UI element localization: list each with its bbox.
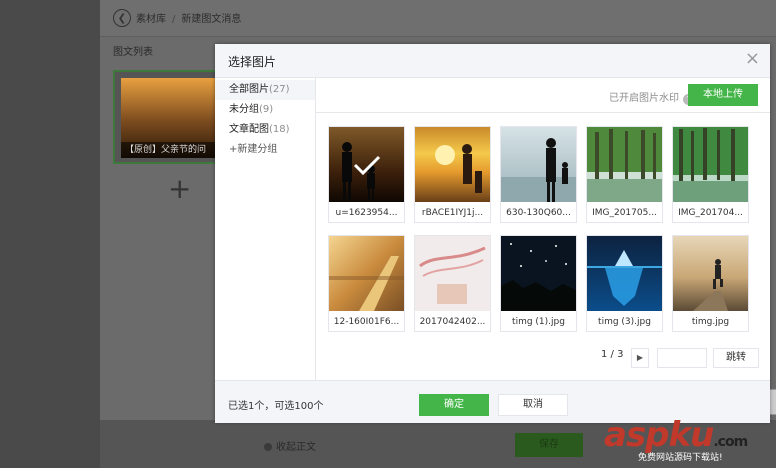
collapse-label: 收起正文 — [276, 442, 316, 453]
group-item-all[interactable]: 全部图片(27) — [215, 80, 315, 100]
jump-button[interactable]: 跳转 — [713, 348, 759, 368]
image-thumbnail — [673, 236, 748, 311]
image-name: timg (1).jpg — [512, 317, 565, 327]
image-tile[interactable]: 630-130Q60... — [500, 126, 577, 223]
image-name: u=1623954... — [335, 208, 398, 218]
local-upload-button[interactable]: 本地上传 — [688, 84, 758, 106]
next-page-icon[interactable]: ▶ — [631, 348, 649, 368]
image-name: timg.jpg — [691, 317, 730, 327]
group-item-article-images[interactable]: 文章配图(18) — [215, 120, 315, 140]
watermark-tld: .com — [713, 434, 748, 450]
group-count: (9) — [259, 104, 274, 115]
image-tile[interactable]: IMG_201705... — [586, 126, 663, 223]
group-label: +新建分组 — [229, 144, 278, 155]
radio-icon — [264, 443, 272, 451]
watermark-status: 已开启图片水印? — [609, 89, 694, 105]
selection-info: 已选1个，可选100个 — [228, 401, 324, 412]
image-tile[interactable]: 12-160I01F6... — [328, 235, 405, 332]
group-count: (18) — [269, 124, 290, 135]
image-name: IMG_201704... — [678, 208, 743, 218]
image-thumbnail — [587, 236, 662, 311]
image-thumbnail — [501, 127, 576, 202]
group-count: (27) — [269, 84, 290, 95]
breadcrumb-separator: / — [172, 14, 176, 25]
new-group-button[interactable]: +新建分组 — [215, 140, 315, 160]
watermark-label: 已开启图片水印 — [609, 93, 679, 104]
image-tile[interactable]: IMG_201704... — [672, 126, 749, 223]
group-sidebar: 全部图片(27) 未分组(9) 文章配图(18) +新建分组 — [215, 78, 316, 380]
dialog-header: 选择图片 × — [215, 44, 770, 78]
select-image-dialog: 选择图片 × 全部图片(27) 未分组(9) 文章配图(18) +新建分组 已开… — [215, 44, 770, 423]
image-name: rBACE1IYJ1j... — [421, 208, 484, 218]
image-tile[interactable]: rBACE1IYJ1j... — [414, 126, 491, 223]
image-thumbnail — [587, 127, 662, 202]
page-number-input[interactable] — [657, 348, 707, 368]
page-indicator: 1 / 3 — [601, 349, 624, 360]
image-tile[interactable]: 2017042402... — [414, 235, 491, 332]
article-list-title: 图文列表 — [113, 47, 153, 58]
left-nav — [0, 0, 100, 468]
group-item-ungrouped[interactable]: 未分组(9) — [215, 100, 315, 120]
group-label: 未分组 — [229, 104, 259, 115]
site-watermark: aspku.com 免费网站源码下载站! — [604, 415, 774, 465]
breadcrumb-item: 新建图文消息 — [181, 14, 242, 25]
image-thumbnail — [415, 236, 490, 311]
image-thumbnail — [415, 127, 490, 202]
image-tile[interactable]: timg (3).jpg — [586, 235, 663, 332]
group-label: 全部图片 — [229, 84, 269, 95]
breadcrumb: 素材库 / 新建图文消息 — [136, 10, 241, 25]
save-button[interactable]: 保存 — [515, 433, 583, 457]
back-icon[interactable]: ❮ — [113, 9, 131, 27]
selected-overlay — [329, 127, 404, 202]
image-name: 630-130Q60... — [506, 208, 571, 218]
watermark-slogan: 免费网站源码下载站! — [638, 453, 723, 463]
article-card[interactable]: 【原创】父亲节的问 — [113, 70, 227, 164]
image-toolbar: 已开启图片水印? 本地上传 — [316, 78, 770, 113]
image-name: IMG_201705... — [592, 208, 657, 218]
checkmark-icon — [353, 155, 380, 175]
image-tile[interactable]: timg (1).jpg — [500, 235, 577, 332]
watermark-brand: aspku — [604, 415, 714, 455]
breadcrumb-item[interactable]: 素材库 — [136, 14, 166, 25]
add-article-icon[interactable]: + — [168, 175, 191, 203]
cancel-button[interactable]: 取消 — [498, 394, 568, 416]
image-thumbnail — [501, 236, 576, 311]
image-name: 12-160I01F6... — [333, 317, 400, 327]
article-card-caption: 【原创】父亲节的问 — [121, 142, 223, 158]
image-name: timg (3).jpg — [598, 317, 651, 327]
image-thumbnail — [329, 236, 404, 311]
dialog-title: 选择图片 — [228, 55, 277, 69]
image-thumbnail — [673, 127, 748, 202]
group-label: 文章配图 — [229, 124, 269, 135]
confirm-button[interactable]: 确定 — [419, 394, 489, 416]
image-tile[interactable]: u=1623954... — [328, 126, 405, 223]
image-name: 2017042402... — [419, 317, 486, 327]
close-icon[interactable]: × — [745, 50, 760, 68]
image-tile[interactable]: timg.jpg — [672, 235, 749, 332]
collapse-body-toggle[interactable]: 收起正文 — [264, 438, 316, 453]
